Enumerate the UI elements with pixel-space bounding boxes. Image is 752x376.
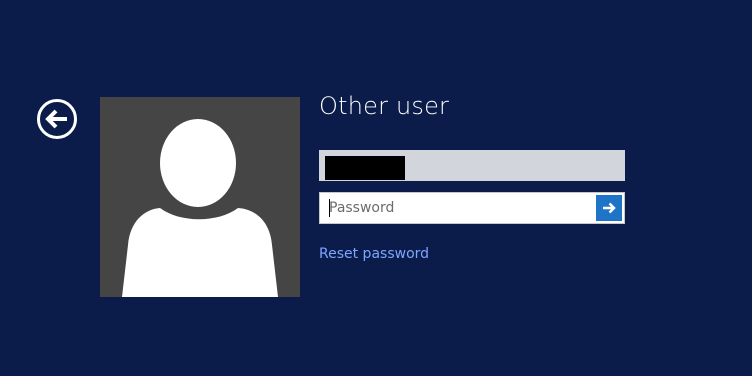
back-button[interactable] [36,98,78,140]
avatar [100,97,300,297]
redacted-username [325,156,405,180]
submit-button[interactable] [596,195,622,221]
submit-arrow-icon [603,202,616,214]
text-caret [329,199,330,217]
user-silhouette-icon [122,119,278,297]
username-field[interactable] [319,150,625,181]
password-field[interactable] [319,192,625,224]
user-title: Other user [319,92,450,120]
reset-password-link[interactable]: Reset password [319,246,429,262]
password-input[interactable] [321,194,591,222]
back-arrow-icon [37,99,77,139]
